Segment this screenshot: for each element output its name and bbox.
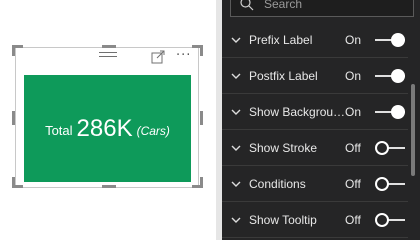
search-placeholder: Search xyxy=(264,0,303,11)
section-label: Postfix Label xyxy=(249,68,318,83)
toggle-state-label: Off xyxy=(345,176,361,191)
toggle-state-label: On xyxy=(345,104,362,119)
card-value: 286K xyxy=(76,114,133,142)
toggle-state-label: Off xyxy=(345,140,361,155)
section-postfix-label[interactable]: Postfix Label On xyxy=(222,58,408,94)
section-show-background[interactable]: Show Backgrou… On xyxy=(222,94,408,130)
more-options-icon[interactable]: ··· xyxy=(176,48,191,63)
section-label: Show Backgrou… xyxy=(249,104,345,119)
chevron-down-icon[interactable] xyxy=(230,178,242,190)
resize-handle-top[interactable] xyxy=(102,45,116,48)
resize-handle-right[interactable] xyxy=(200,111,203,125)
toggle-state-label: On xyxy=(345,68,362,83)
section-show-tooltip[interactable]: Show Tooltip Off xyxy=(222,202,408,238)
toggle-state-label: On xyxy=(345,32,362,47)
format-pane: Search Prefix Label On Postfix Label On … xyxy=(222,0,420,240)
card-prefix-label: Total xyxy=(45,123,73,138)
card-visual[interactable]: Total 286K (Cars) xyxy=(24,75,191,182)
resize-handle-left[interactable] xyxy=(12,111,15,125)
section-label: Conditions xyxy=(249,176,306,191)
chevron-down-icon[interactable] xyxy=(230,70,242,82)
section-show-stroke[interactable]: Show Stroke Off xyxy=(222,130,408,166)
search-icon xyxy=(240,0,254,11)
chevron-down-icon[interactable] xyxy=(230,34,242,46)
show-tooltip-toggle[interactable] xyxy=(375,212,405,227)
show-background-toggle[interactable] xyxy=(375,104,405,119)
card-postfix-label: (Cars) xyxy=(136,123,170,138)
chevron-down-icon[interactable] xyxy=(230,106,242,118)
prefix-label-toggle[interactable] xyxy=(375,32,405,47)
resize-handle-top-left[interactable] xyxy=(12,45,15,56)
report-canvas: ··· Total 286K (Cars) xyxy=(0,0,216,240)
pane-scrollbar[interactable] xyxy=(411,84,415,176)
resize-handle-bottom-right[interactable] xyxy=(200,177,203,188)
focus-mode-icon[interactable] xyxy=(151,50,165,64)
toggle-state-label: Off xyxy=(345,212,361,227)
section-label: Show Tooltip xyxy=(249,212,317,227)
chevron-down-icon[interactable] xyxy=(230,142,242,154)
drag-handle-icon[interactable] xyxy=(99,52,117,62)
section-prefix-label[interactable]: Prefix Label On xyxy=(222,22,408,58)
section-label: Prefix Label xyxy=(249,32,313,47)
postfix-label-toggle[interactable] xyxy=(375,68,405,83)
resize-handle-bottom-left[interactable] xyxy=(12,177,15,188)
chevron-down-icon[interactable] xyxy=(230,214,242,226)
resize-handle-top-right[interactable] xyxy=(200,45,203,56)
conditions-toggle[interactable] xyxy=(375,176,405,191)
section-conditions[interactable]: Conditions Off xyxy=(222,166,408,202)
resize-handle-bottom[interactable] xyxy=(102,185,116,188)
show-stroke-toggle[interactable] xyxy=(375,140,405,155)
search-box[interactable]: Search xyxy=(230,0,414,17)
section-label: Show Stroke xyxy=(249,140,318,155)
